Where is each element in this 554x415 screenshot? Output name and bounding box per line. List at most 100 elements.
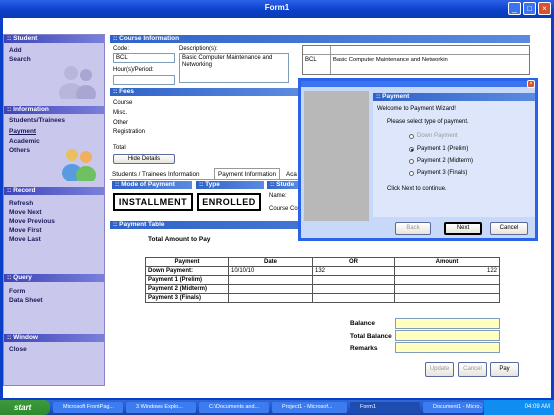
installment-button[interactable]: INSTALLMENT [113, 193, 193, 211]
taskbar: start Microsoft FrontPag... 3 Windows Ex… [0, 400, 554, 415]
sidebar-item-close[interactable]: Close [9, 346, 27, 353]
window-title: Form1 [264, 3, 290, 12]
table-header-row: Payment Date OR Amount [145, 257, 500, 267]
amount-cell[interactable]: 122 [394, 266, 500, 276]
taskbar-item[interactable]: Form1 [350, 402, 420, 413]
sidebar: :: Student Add Search :: Information Stu… [3, 34, 105, 386]
fees-header: :: Fees [110, 88, 298, 96]
sidebar-header-query: :: Query [4, 274, 104, 282]
fee-registration-label: Registration [113, 129, 146, 135]
minimize-button[interactable]: _ [508, 2, 521, 15]
sidebar-item-payment[interactable]: Payment [9, 128, 36, 135]
student-panel-header: :: Stude [267, 181, 298, 189]
sidebar-item-form[interactable]: Form [9, 288, 25, 295]
wizard-close-button[interactable]: × [527, 80, 535, 88]
amount-cell[interactable] [394, 284, 500, 294]
course-grid[interactable]: BCL Basic Computer Maintenance and Netwo… [302, 45, 530, 75]
next-button[interactable]: Next [444, 222, 482, 235]
start-button[interactable]: start [0, 400, 50, 415]
type-header: :: Type [196, 181, 264, 189]
sidebar-item-search[interactable]: Search [9, 56, 31, 63]
wizard-cancel-button[interactable]: Cancel [490, 222, 528, 235]
title-bar[interactable]: Form1 _ □ × [0, 0, 554, 18]
date-cell[interactable] [228, 293, 313, 303]
date-cell[interactable]: 10/10/10 [228, 266, 313, 276]
taskbar-item[interactable]: Microsoft FrontPag... [53, 402, 123, 413]
taskbar-item[interactable]: 3 Windows Explo... [126, 402, 196, 413]
balance-field[interactable] [395, 318, 500, 329]
taskbar-item[interactable]: Document1 - Micro... [423, 402, 483, 413]
grid-cell-code: BCL [305, 57, 317, 63]
option-payment-2[interactable]: Payment 2 (Midterm) [417, 158, 473, 164]
wizard-welcome: Welcome to Payment Wizard! [377, 106, 456, 112]
sidebar-item-move-next[interactable]: Move Next [9, 209, 42, 216]
or-cell[interactable] [312, 275, 395, 285]
sidebar-header-window: :: Window [4, 334, 104, 342]
date-cell[interactable] [228, 284, 313, 294]
total-balance-field[interactable] [395, 330, 500, 341]
code-field[interactable]: BCL [113, 53, 175, 63]
enrolled-button[interactable]: ENROLLED [197, 193, 261, 211]
table-row[interactable]: Down Payment: 10/10/10 132 122 [145, 266, 500, 276]
payment-cell: Payment 1 (Prelim) [145, 275, 229, 285]
user-icon [62, 149, 96, 181]
description-label: Description(s): [179, 46, 218, 52]
table-row[interactable]: Payment 2 (Midterm) [145, 284, 500, 294]
radio-payment-2[interactable] [409, 159, 414, 164]
system-tray-clock: 04:09 AM [484, 400, 554, 415]
cancel-button[interactable]: Cancel [458, 362, 487, 377]
remarks-field[interactable] [395, 342, 500, 353]
hours-field[interactable] [113, 75, 175, 85]
sidebar-item-move-first[interactable]: Move First [9, 227, 42, 234]
amount-cell[interactable] [394, 275, 500, 285]
table-row[interactable]: Payment 3 (Finals) [145, 293, 500, 303]
amount-cell[interactable] [394, 293, 500, 303]
radio-payment-3[interactable] [409, 171, 414, 176]
description-field[interactable]: Basic Computer Maintenance and Networkin… [179, 53, 289, 83]
close-button[interactable]: × [538, 2, 551, 15]
sidebar-header-information: :: Information [4, 106, 104, 114]
sidebar-item-refresh[interactable]: Refresh [9, 200, 33, 207]
column-header: Amount [394, 257, 500, 267]
payment-wizard-dialog[interactable]: × :: Payment Welcome to Payment Wizard! … [298, 78, 538, 241]
sidebar-header-student: :: Student [4, 35, 104, 43]
tab-students-trainees[interactable]: Students / Trainees Information [112, 171, 200, 178]
radio-payment-1[interactable] [409, 147, 414, 152]
wizard-instruction: Please select type of payment. [387, 119, 469, 125]
or-cell[interactable]: 132 [312, 266, 395, 276]
option-payment-1[interactable]: Payment 1 (Prelim) [417, 146, 468, 152]
hide-details-button[interactable]: Hide Details [113, 154, 175, 164]
total-balance-label: Total Balance [350, 333, 392, 340]
hours-label: Hour(s)/Period: [113, 67, 154, 73]
radio-down-payment[interactable] [409, 134, 414, 139]
or-cell[interactable] [312, 284, 395, 294]
wizard-header: :: Payment [373, 93, 535, 101]
option-down-payment[interactable]: Down Payment [417, 133, 458, 139]
sidebar-item-academic[interactable]: Academic [9, 138, 40, 145]
update-button[interactable]: Update [425, 362, 454, 377]
payment-cell: Payment 3 (Finals) [145, 293, 229, 303]
or-cell[interactable] [312, 293, 395, 303]
date-cell[interactable] [228, 275, 313, 285]
sidebar-item-add[interactable]: Add [9, 47, 22, 54]
back-button[interactable]: Back [395, 222, 431, 235]
payment-cell: Payment 2 (Midterm) [145, 284, 229, 294]
sidebar-item-others[interactable]: Others [9, 147, 30, 154]
tab-academic[interactable]: Aca [286, 171, 297, 178]
sidebar-item-students[interactable]: Students/Trainees [9, 117, 65, 124]
sidebar-item-move-last[interactable]: Move Last [9, 236, 41, 243]
taskbar-item[interactable]: C:\Documents and... [199, 402, 269, 413]
sidebar-item-data-sheet[interactable]: Data Sheet [9, 297, 43, 304]
wizard-title-bar[interactable] [301, 81, 535, 87]
option-payment-3[interactable]: Payment 3 (Finals) [417, 170, 467, 176]
pay-button[interactable]: Pay [490, 362, 519, 377]
grid-column-divider [330, 46, 331, 74]
table-row[interactable]: Payment 1 (Prelim) [145, 275, 500, 285]
tab-payment-information[interactable]: Payment Information [214, 168, 281, 179]
fee-course-label: Course [113, 100, 133, 106]
taskbar-item[interactable]: Project1 - Microsof... [272, 402, 347, 413]
grid-header-row [303, 46, 529, 55]
maximize-button[interactable]: □ [523, 2, 536, 15]
wizard-side-image [304, 91, 369, 221]
sidebar-item-move-previous[interactable]: Move Previous [9, 218, 55, 225]
